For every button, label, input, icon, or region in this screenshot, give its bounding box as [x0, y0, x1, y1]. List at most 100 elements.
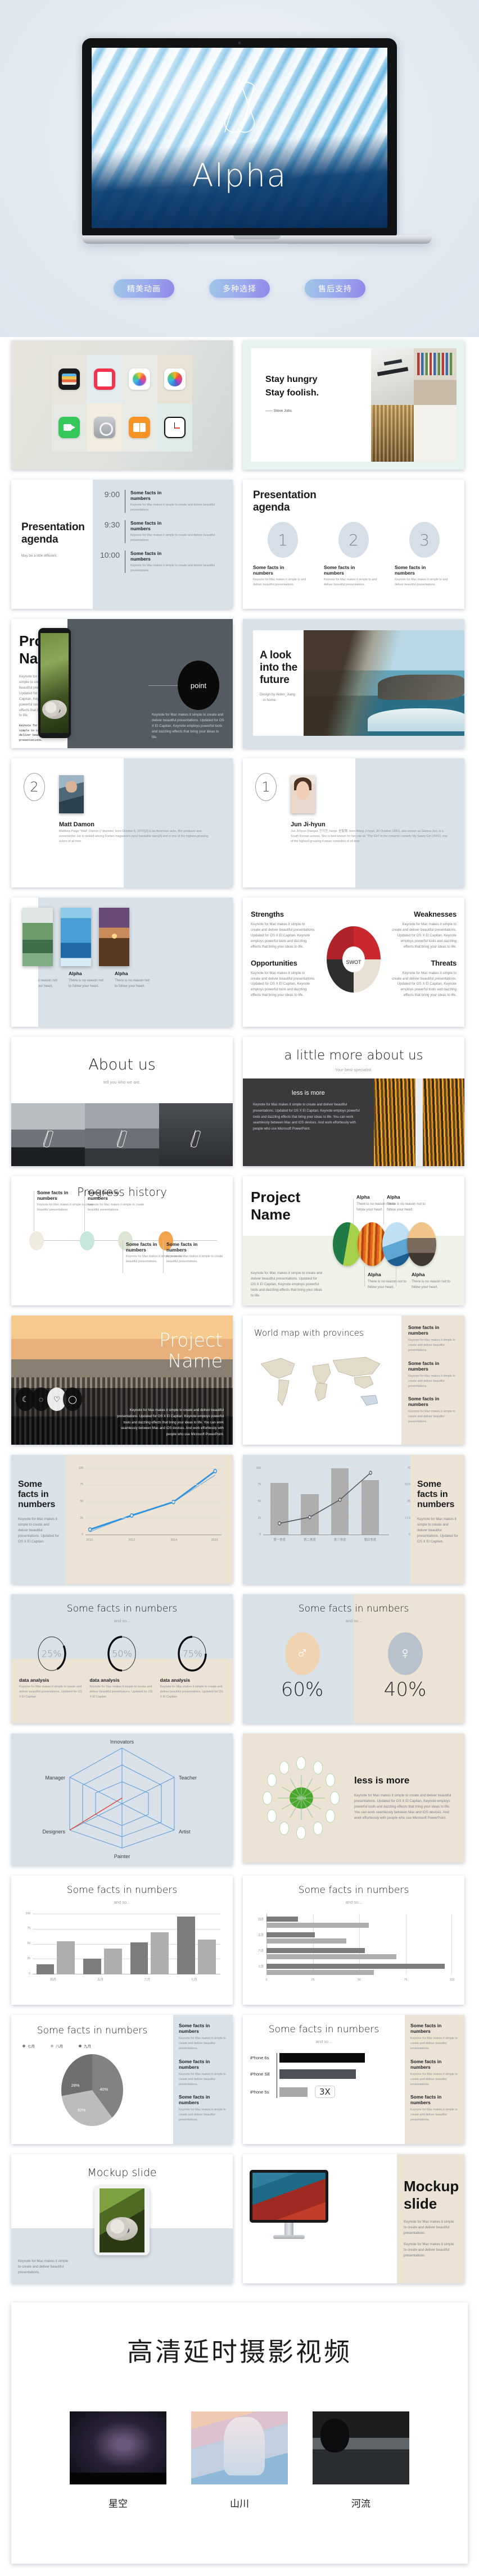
- numbered-items: 1 Some facts in numbers Keynote for Mac …: [253, 522, 454, 588]
- slide-gender-split[interactable]: Some facts in numbers and so... ♂ 60% ♀ …: [243, 1594, 464, 1723]
- gender-items: ♂ 60% ♀ 40%: [251, 1632, 457, 1701]
- slide-donut-percent[interactable]: Some facts in numbers and so... 25% data…: [11, 1594, 233, 1723]
- speech-bubble-icon[interactable]: ◯: [63, 1387, 82, 1411]
- slide-quote[interactable]: Stay hungry Stay foolish. —— Steve Jobs: [243, 340, 464, 470]
- slide-agenda-timeline[interactable]: Presentation agenda May be a little diff…: [11, 480, 233, 609]
- quote-photo-grid: [371, 348, 457, 462]
- video-item[interactable]: 山川: [191, 2411, 288, 2510]
- slide-project-phone[interactable]: Project Name Keynote for Mac makes it si…: [11, 619, 233, 748]
- video-item[interactable]: 星空: [70, 2411, 166, 2510]
- numbered-item: 2 Some facts in numbers Keynote for Mac …: [324, 522, 383, 588]
- slide-world-map[interactable]: World map with provinces Some facts in n…: [243, 1316, 464, 1445]
- bar: [266, 1938, 346, 1944]
- bar: [130, 1942, 148, 1974]
- slide-combo-chart[interactable]: 100 75 50 25 0 70 52.5 35 17.5 0 第一季度 第二…: [243, 1455, 464, 1584]
- block-heading-1: Some facts in: [408, 1325, 440, 1330]
- slide-app-icons[interactable]: [11, 340, 233, 470]
- agenda-circles-layout: Presentation agenda 1 Some facts in numb…: [243, 480, 464, 597]
- progress-layout: Progress history Some facts in numbers K…: [11, 1176, 233, 1305]
- slide-progress-history[interactable]: Progress history Some facts in numbers K…: [11, 1176, 233, 1305]
- about-layout: About us tell you who we are.: [11, 1037, 233, 1166]
- item-heading-2: numbers: [395, 570, 415, 576]
- three-photo-layout: Alpha There is no reason not to follow y…: [11, 898, 233, 1027]
- block-body: Keynote for Mac makes it simple to creat…: [179, 2108, 226, 2122]
- city-title-2: Name: [168, 1349, 223, 1372]
- petal: [296, 1826, 306, 1840]
- feature-tag-support[interactable]: 售后支持: [305, 279, 365, 298]
- architecture-photo: [371, 405, 414, 462]
- x-tick: 第一季度: [273, 1539, 286, 1542]
- slide-mockup-ipad[interactable]: Mockup slide Keynote for Mac makes it si…: [11, 2154, 233, 2283]
- ipad-mockup: [94, 2186, 150, 2255]
- agenda-time: 9:30: [104, 520, 120, 529]
- timeline-node[interactable]: [29, 1231, 44, 1250]
- project-ovals-title-1: Project: [251, 1189, 301, 1205]
- bar: [279, 2069, 356, 2079]
- agenda2-title-line-1: Presentation: [253, 489, 317, 501]
- agenda2-title-line-2: agenda: [253, 502, 290, 513]
- coastline-photo: [304, 630, 464, 736]
- gender-title: Some facts in numbers: [298, 1603, 409, 1614]
- slide-project-city[interactable]: Project Name ☾ ◌ ♡ ◯ Keynote for Mac mak…: [11, 1316, 233, 1445]
- person-portrait: [291, 775, 315, 813]
- agenda-body: Keynote for Mac makes it simple to creat…: [130, 503, 215, 512]
- slide-hbar-chart[interactable]: Some facts in numbers and so... 四月 五月 六月…: [243, 1876, 464, 2005]
- donut-chart-75: 75%: [178, 1636, 207, 1672]
- slide-person-matt[interactable]: 2 Matt Damon Matthew Paige "Matt" Damon …: [11, 758, 233, 888]
- slide-about-us[interactable]: About us tell you who we are.: [11, 1037, 233, 1166]
- petal: [330, 1791, 340, 1805]
- slide-line-chart[interactable]: Some facts in numbers Keynote for Mac ma…: [11, 1455, 233, 1584]
- block-heading-1: Some facts in: [179, 2023, 210, 2028]
- lake-photo: [22, 908, 53, 966]
- slide-iphone-compare[interactable]: Some facts in numbers and so... iPhone 6…: [243, 2015, 464, 2144]
- item-body: Keynote for Mac makes it simple to and d…: [253, 578, 306, 586]
- swot-layout: SWOT Strengths Keynote for Mac makes it …: [243, 898, 464, 1027]
- city-title: Project Name: [159, 1330, 223, 1372]
- feature-tag-options[interactable]: 多种选择: [209, 279, 270, 298]
- y-tick: 75: [257, 1483, 261, 1486]
- donut-subtitle: and so...: [114, 1618, 130, 1623]
- slide-little-more[interactable]: a little more about us Your best special…: [243, 1037, 464, 1166]
- agenda-heading-area: Presentation agenda May be a little diff…: [11, 480, 93, 609]
- block-body: Keynote for Mac makes it simple to creat…: [408, 1339, 455, 1352]
- y-axis: 四月 五月 六月 七月: [253, 1911, 265, 1974]
- bar: [266, 1964, 445, 1969]
- slide-less-is-more[interactable]: alpha less is more Keynote for Mac makes…: [243, 1733, 464, 1863]
- bar: [177, 1917, 195, 1974]
- chart-title-2: facts in: [417, 1490, 448, 1499]
- node-heading-2: numbers: [37, 1195, 57, 1201]
- slide-swot[interactable]: SWOT Strengths Keynote for Mac makes it …: [243, 898, 464, 1027]
- photo-caption: Alpha There is no reason not to follow y…: [69, 971, 107, 989]
- combo-chart-layout: 100 75 50 25 0 70 52.5 35 17.5 0 第一季度 第二…: [243, 1455, 464, 1584]
- y-axis: 100 75 50 25 0: [21, 1911, 31, 1976]
- slide-future[interactable]: A look into the future Design by Aiden_J…: [243, 619, 464, 748]
- agenda-heading-1: Some facts in: [130, 490, 162, 495]
- slide-agenda-numbered[interactable]: Presentation agenda 1 Some facts in numb…: [243, 480, 464, 609]
- little-more-content: less is more Keynote for Mac makes it si…: [243, 1078, 464, 1166]
- y-tick: 25: [27, 1957, 30, 1960]
- imac-screen: [252, 2173, 326, 2220]
- slide-radar-chart[interactable]: Innovators Teacher Artist Painter Design…: [11, 1733, 233, 1865]
- pie-slice-value: 40%: [100, 2086, 109, 2092]
- slide-video-gallery[interactable]: 高清延时摄影视频 星空 山川 河流: [11, 2302, 468, 2564]
- slide-bar-chart[interactable]: Some facts in numbers and so... 100 75 5…: [11, 1876, 233, 2005]
- petal: [296, 1756, 306, 1770]
- slide-pie-chart[interactable]: Some facts in numbers 七月 八月 九月 40% 32% 2…: [11, 2015, 233, 2144]
- slide-mockup-imac[interactable]: Mockup slide Keynote for Mac makes it si…: [243, 2154, 464, 2283]
- combo-chart: 100 75 50 25 0 70 52.5 35 17.5 0 第一季度 第二…: [252, 1466, 410, 1544]
- donut-value: 50%: [112, 1648, 132, 1659]
- timeline-card: Some facts in numbers Keynote for Mac ma…: [37, 1190, 96, 1213]
- project-phone-layout: Project Name Keynote for Mac makes it si…: [11, 619, 233, 748]
- x-tick: 50: [358, 1978, 361, 1982]
- project-right-col: point Keynote for Mac makes it simple to…: [38, 619, 233, 748]
- slide-three-photos[interactable]: Alpha There is no reason not to follow y…: [11, 898, 233, 1027]
- photos-alt-icon: [164, 368, 186, 390]
- feature-tag-animation[interactable]: 精美动画: [114, 279, 174, 298]
- y-tick: 六月: [257, 1949, 264, 1953]
- slide-person-jun[interactable]: 1 Jun Ji-hyun Jun Ji-hyun (Hangul: 전지현; …: [243, 758, 464, 888]
- timeline-node[interactable]: [80, 1231, 94, 1250]
- video-item[interactable]: 河流: [313, 2411, 409, 2510]
- slide-project-ovals[interactable]: Project Name Alpha There is no reason no…: [243, 1176, 464, 1305]
- numbered-item: 1 Some facts in numbers Keynote for Mac …: [253, 522, 313, 588]
- video-gallery-title: 高清延时摄影视频: [127, 2337, 352, 2367]
